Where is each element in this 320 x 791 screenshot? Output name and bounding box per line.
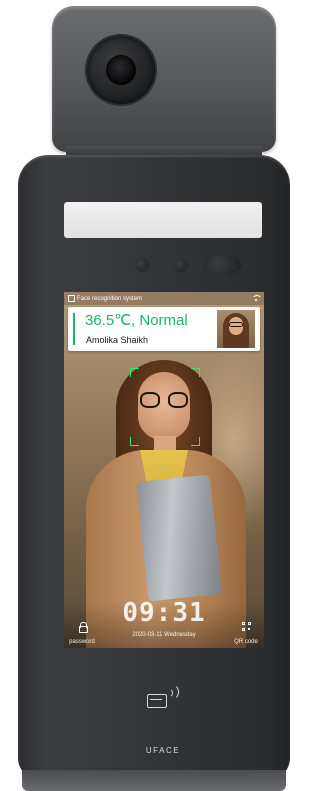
fill-light: [203, 256, 241, 274]
brand-logo: UFACE: [145, 746, 181, 755]
clock-time: 09:31: [122, 598, 206, 628]
qr-code-label: QR code: [234, 639, 258, 645]
camera-lens-core: [106, 55, 136, 85]
password-label: password: [69, 639, 95, 645]
device-stand: [22, 770, 286, 791]
screen-overlay: 09:31 2020-03-11 Wednesday password QR c…: [64, 292, 264, 648]
qr-code-icon: [241, 622, 251, 631]
light-sensor: [135, 258, 149, 272]
ir-sensor: [174, 258, 188, 272]
password-button[interactable]: password: [64, 618, 100, 645]
camera-module: [52, 6, 276, 152]
infrared-window: [64, 202, 262, 238]
nfc-card-icon: [143, 684, 181, 716]
clock-date: 2020-03-11 Wednesday: [132, 632, 196, 638]
qr-code-button[interactable]: QR code: [228, 618, 264, 645]
lock-icon: [78, 622, 88, 633]
camera-lens: [87, 36, 155, 104]
